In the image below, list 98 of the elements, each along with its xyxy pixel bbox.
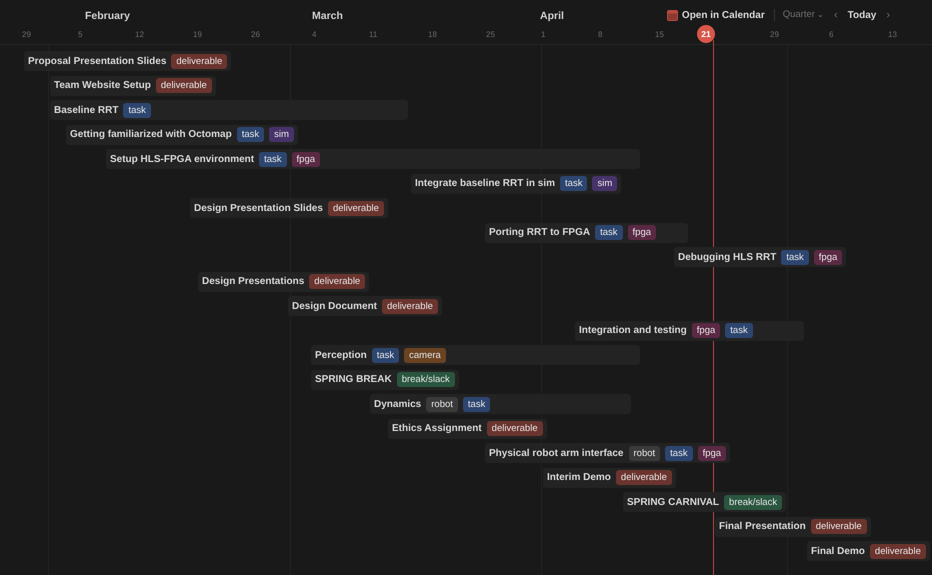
week-label: 8 bbox=[598, 29, 602, 41]
tag-label: task bbox=[781, 250, 809, 264]
timeline-bar[interactable]: Ethics Assignment deliverable bbox=[388, 418, 547, 438]
timeline-bar[interactable]: SPRING CARNIVAL break/slack bbox=[623, 492, 786, 512]
timeline-bar[interactable]: Final Demo deliverable bbox=[807, 541, 930, 561]
month-label: March bbox=[312, 9, 343, 24]
tag-label: sim bbox=[592, 176, 618, 191]
timeline-bar[interactable]: Integrate baseline RRT in sim task sim bbox=[411, 174, 622, 194]
timeline-bar[interactable]: Dynamics robot task bbox=[370, 394, 631, 414]
today-marker: 21 bbox=[697, 25, 715, 43]
timeline-bar[interactable]: Design Document deliverable bbox=[288, 296, 442, 316]
item-title: Getting familiarized with Octomap bbox=[70, 128, 232, 142]
timeline-bar[interactable]: Debugging HLS RRT task fpga bbox=[674, 247, 846, 267]
timeline-bar[interactable]: Perception task camera bbox=[311, 345, 640, 365]
tag-label: fpga bbox=[628, 225, 656, 240]
tag-label: task bbox=[462, 396, 490, 412]
range-dropdown[interactable]: Quarter ⌄ bbox=[780, 6, 826, 24]
tag-label: task bbox=[560, 176, 588, 191]
tag-label: deliverable bbox=[870, 544, 926, 558]
tag-label: deliverable bbox=[328, 200, 384, 216]
week-label: 12 bbox=[135, 29, 144, 41]
week-label: 15 bbox=[655, 29, 664, 41]
previous-button[interactable]: ‹ bbox=[832, 6, 840, 24]
week-label: 11 bbox=[369, 29, 378, 41]
tag-label: camera bbox=[404, 348, 446, 362]
tag-label: fpga bbox=[292, 152, 320, 166]
item-title: Physical robot arm interface bbox=[489, 446, 624, 460]
item-title: Dynamics bbox=[374, 398, 422, 412]
tag-label: fpga bbox=[698, 446, 726, 460]
timeline-bar[interactable]: Proposal Presentation Slides deliverable bbox=[24, 51, 232, 71]
item-title: Interim Demo bbox=[547, 471, 611, 485]
tag-label: deliverable bbox=[382, 298, 438, 314]
open-in-calendar-button[interactable]: Open in Calendar bbox=[664, 6, 768, 24]
next-button[interactable]: › bbox=[884, 6, 892, 24]
item-title: Final Demo bbox=[811, 544, 865, 558]
item-title: Integrate baseline RRT in sim bbox=[415, 177, 556, 191]
tag-label: task bbox=[259, 152, 287, 166]
timeline-bar[interactable]: Design Presentations deliverable bbox=[198, 272, 370, 292]
timeline-bar[interactable]: Final Presentation deliverable bbox=[715, 516, 871, 536]
week-label: 26 bbox=[251, 29, 260, 41]
week-label: 18 bbox=[428, 29, 437, 41]
timeline-bar[interactable]: Setup HLS-FPGA environment task fpga bbox=[106, 149, 640, 169]
tag-label: robot bbox=[628, 446, 660, 460]
week-label: 5 bbox=[78, 29, 82, 41]
tag-label: task bbox=[236, 127, 264, 142]
item-title: Design Presentations bbox=[202, 275, 304, 289]
item-title: Perception bbox=[315, 348, 367, 362]
week-label: 4 bbox=[312, 29, 316, 41]
tag-label: break/slack bbox=[396, 372, 455, 387]
item-title: SPRING CARNIVAL bbox=[627, 496, 720, 510]
tag-label: deliverable bbox=[616, 470, 672, 485]
week-label: 29 bbox=[22, 29, 31, 41]
week-label: 1 bbox=[541, 29, 546, 41]
tag-label: deliverable bbox=[486, 421, 543, 436]
tag-label: task bbox=[595, 225, 623, 240]
week-label: 29 bbox=[770, 29, 779, 41]
timeline-bar[interactable]: Integration and testing fpga task bbox=[575, 320, 804, 340]
timeline-bar[interactable]: SPRING BREAK break/slack bbox=[311, 370, 459, 390]
tag-label: task bbox=[665, 446, 693, 460]
week-label: 19 bbox=[193, 29, 202, 41]
item-title: SPRING BREAK bbox=[315, 373, 392, 387]
item-title: Setup HLS-FPGA environment bbox=[110, 152, 254, 166]
timeline-bar[interactable]: Design Presentation Slides deliverable bbox=[190, 198, 388, 218]
tag-label: deliverable bbox=[810, 519, 867, 534]
week-label: 25 bbox=[486, 29, 495, 41]
week-label: 13 bbox=[888, 29, 897, 41]
tag-label: fpga bbox=[814, 250, 842, 264]
tag-label: robot bbox=[426, 396, 458, 412]
week-label: 6 bbox=[829, 29, 834, 41]
calendar-icon bbox=[666, 10, 678, 20]
timeline-bar[interactable]: Porting RRT to FPGA task fpga bbox=[485, 222, 688, 242]
item-title: Design Document bbox=[292, 300, 378, 314]
item-title: Design Presentation Slides bbox=[194, 202, 323, 216]
timeline-bar[interactable]: Baseline RRT task bbox=[50, 100, 408, 120]
item-title: Ethics Assignment bbox=[392, 422, 482, 436]
item-title: Final Presentation bbox=[719, 520, 806, 534]
timeline-bar[interactable]: Physical robot arm interface robot task fpga bbox=[485, 443, 730, 463]
timeline-bar[interactable]: Team Website Setup deliverable bbox=[50, 76, 216, 96]
item-title: Team Website Setup bbox=[54, 79, 151, 93]
month-label: February bbox=[85, 9, 130, 24]
tag-label: deliverable bbox=[156, 78, 212, 93]
item-title: Proposal Presentation Slides bbox=[28, 54, 166, 68]
tag-label: task bbox=[372, 348, 400, 362]
tag-label: task bbox=[725, 323, 753, 338]
tag-label: fpga bbox=[692, 323, 720, 338]
tag-label: sim bbox=[269, 127, 294, 142]
item-title: Porting RRT to FPGA bbox=[489, 226, 590, 240]
item-title: Debugging HLS RRT bbox=[678, 250, 776, 264]
month-label: April bbox=[540, 9, 564, 24]
today-button[interactable]: Today bbox=[846, 8, 878, 22]
timeline-bar[interactable]: Interim Demo deliverable bbox=[543, 468, 676, 488]
item-title: Baseline RRT bbox=[54, 104, 118, 118]
tag-label: deliverable bbox=[309, 274, 366, 289]
tag-label: break/slack bbox=[724, 494, 782, 510]
tag-label: task bbox=[123, 102, 151, 118]
timeline-bar[interactable]: Getting familiarized with Octomap task sim bbox=[66, 124, 298, 144]
item-title: Integration and testing bbox=[579, 324, 687, 338]
tag-label: deliverable bbox=[171, 54, 228, 68]
